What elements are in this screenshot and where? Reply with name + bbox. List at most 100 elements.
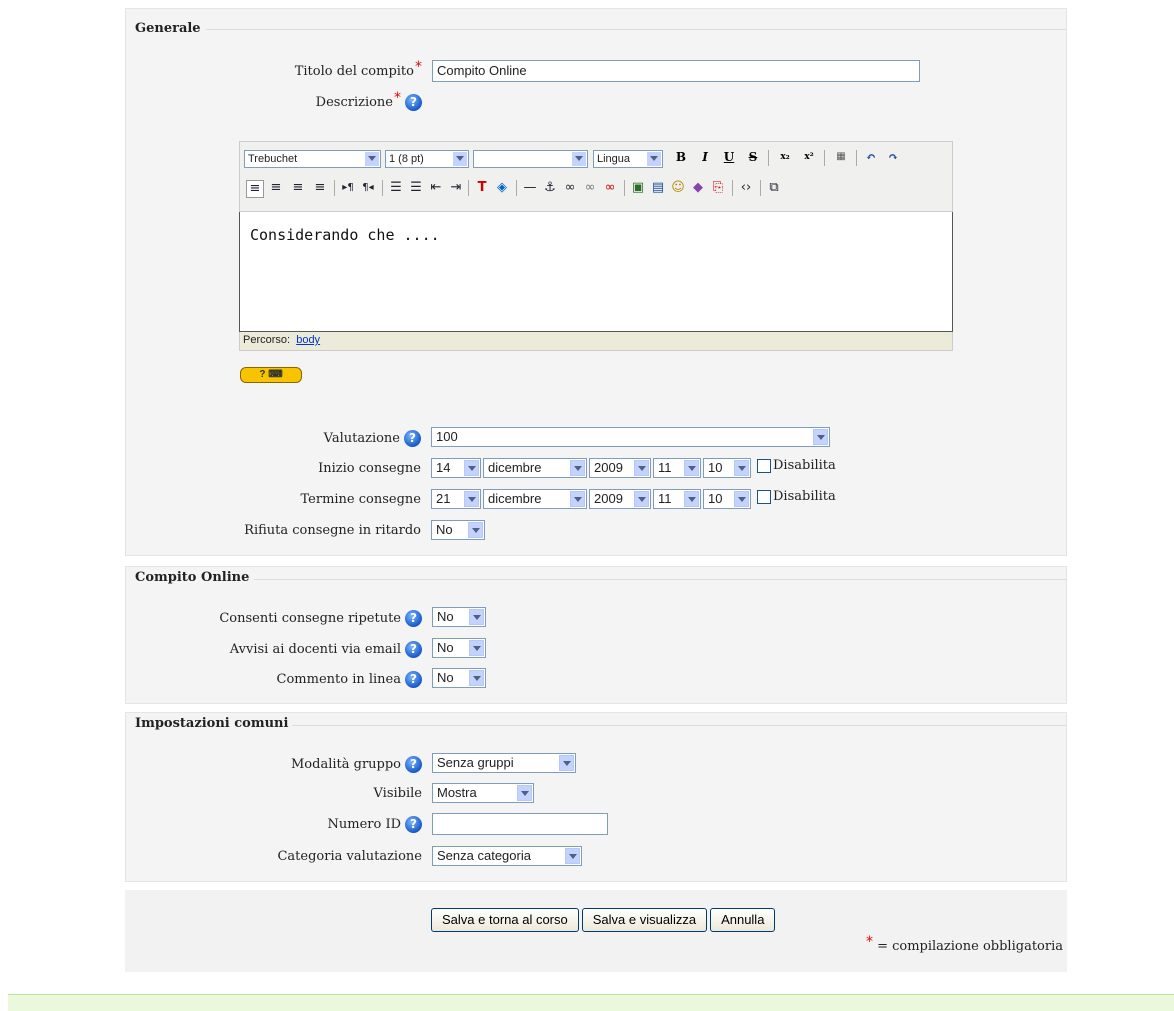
label-inizio: Inizio consegne	[318, 461, 421, 476]
smiley-icon[interactable]: ☺	[670, 180, 686, 196]
indent-icon[interactable]: ⇥	[448, 180, 464, 196]
categoria-select[interactable]: Senza categoria	[432, 846, 582, 866]
legend-generale: Generale	[135, 21, 201, 36]
rifiuta-select[interactable]: No	[431, 520, 485, 540]
salva-visualizza-button[interactable]: Salva e visualizza	[581, 908, 708, 932]
table-icon[interactable]: ▤	[650, 180, 666, 196]
row-inizio: Inizio consegne 14 dicembre 2009 11 10 Disabi…	[125, 458, 1067, 482]
label-disabilita: Disabilita	[773, 489, 836, 504]
path-body-link[interactable]: body	[296, 334, 320, 346]
clean-word-icon[interactable]: ▦	[832, 148, 850, 166]
align-left-icon[interactable]: ≡	[246, 180, 264, 198]
ordered-list-icon[interactable]: ☰	[388, 180, 404, 196]
ltr-icon[interactable]: ▸¶	[340, 180, 356, 196]
editor-help-keyboard-icon[interactable]: ? ⌨	[240, 367, 302, 383]
search-replace-icon[interactable]: ⎘	[710, 180, 726, 196]
anchor-icon[interactable]: ⚓	[542, 180, 558, 196]
termine-disable-checkbox[interactable]	[757, 489, 771, 504]
inizio-min-select[interactable]: 10	[703, 458, 751, 478]
label-titolo: Titolo del compito*	[294, 59, 422, 79]
inizio-hour-select[interactable]: 11	[653, 458, 701, 478]
help-icon[interactable]: ?	[405, 610, 422, 627]
salva-torna-button[interactable]: Salva e torna al corso	[431, 908, 579, 932]
row-gruppo: Modalità gruppo? Senza gruppi	[126, 753, 1068, 777]
align-justify-icon[interactable]: ≡	[312, 180, 328, 196]
row-termine: Termine consegne 21 dicembre 2009 11 10 Disab…	[125, 489, 1067, 513]
bold-icon[interactable]: B	[672, 148, 690, 166]
avvisi-select[interactable]: No	[432, 638, 486, 658]
gruppo-select[interactable]: Senza gruppi	[432, 753, 576, 773]
label-commento: Commento in linea?	[277, 671, 422, 688]
bg-color-icon[interactable]: ◈	[494, 180, 510, 196]
html-editor: Trebuchet 1 (8 pt) Lingua B I U S x₂ x² …	[239, 141, 953, 351]
visibile-select[interactable]: Mostra	[432, 783, 534, 803]
help-icon[interactable]: ?	[405, 671, 422, 688]
align-right-icon[interactable]: ≡	[290, 180, 306, 196]
ripetute-select[interactable]: No	[432, 607, 486, 627]
label-descrizione: Descrizione*?	[316, 90, 422, 111]
help-icon[interactable]: ?	[405, 756, 422, 773]
undo-icon[interactable]: ↶	[862, 148, 880, 166]
hr-icon[interactable]: —	[522, 180, 538, 196]
outdent-icon[interactable]: ⇤	[428, 180, 444, 196]
lang-select[interactable]: Lingua	[593, 150, 663, 168]
valutazione-select[interactable]: 100	[431, 427, 830, 447]
italic-icon[interactable]: I	[696, 148, 714, 166]
termine-month-select[interactable]: dicembre	[483, 489, 587, 509]
rtl-icon[interactable]: ¶◂	[360, 180, 376, 196]
row-descrizione: Descrizione*?	[126, 90, 1068, 115]
termine-day-select[interactable]: 21	[431, 489, 481, 509]
link-icon[interactable]: ∞	[562, 180, 578, 196]
help-icon[interactable]: ?	[405, 641, 422, 658]
help-icon[interactable]: ?	[404, 430, 421, 447]
unordered-list-icon[interactable]: ☰	[408, 180, 424, 196]
row-ripetute: Consenti consegne ripetute? No	[126, 607, 1068, 631]
special-char-icon[interactable]: ◆	[690, 180, 706, 196]
subscript-icon[interactable]: x₂	[776, 148, 794, 166]
row-commento: Commento in linea? No	[126, 668, 1068, 692]
help-icon[interactable]: ?	[405, 94, 422, 111]
legend-line	[254, 579, 1066, 580]
fieldset-impostazioni-comuni: Impostazioni comuni Modalità gruppo? Sen…	[125, 712, 1067, 882]
termine-min-select[interactable]: 10	[703, 489, 751, 509]
row-rifiuta: Rifiuta consegne in ritardo No	[125, 520, 1067, 544]
text-color-icon[interactable]: T	[474, 180, 490, 196]
termine-hour-select[interactable]: 11	[653, 489, 701, 509]
inizio-disable-checkbox[interactable]	[757, 458, 771, 473]
style-select[interactable]	[473, 150, 588, 168]
redo-icon[interactable]: ↷	[884, 148, 902, 166]
row-avvisi: Avvisi ai docenti via email? No	[126, 638, 1068, 662]
label-ripetute: Consenti consegne ripetute?	[219, 610, 422, 627]
align-center-icon[interactable]: ≡	[268, 180, 284, 196]
nolink-icon[interactable]: ∞	[582, 180, 598, 196]
html-source-icon[interactable]: ‹›	[738, 180, 754, 196]
legend-line	[206, 29, 1066, 30]
annulla-button[interactable]: Annulla	[710, 908, 776, 932]
label-gruppo: Modalità gruppo?	[291, 756, 422, 773]
underline-icon[interactable]: U	[720, 148, 738, 166]
required-note: * = compilazione obbligatoria	[865, 934, 1063, 954]
label-visibile: Visibile	[373, 786, 422, 801]
fullscreen-icon[interactable]: ⧉	[766, 180, 782, 196]
legend-impostazioni-comuni: Impostazioni comuni	[135, 716, 289, 731]
font-select[interactable]: Trebuchet	[244, 150, 381, 168]
help-icon[interactable]: ?	[405, 816, 422, 833]
titolo-input[interactable]: Compito Online	[432, 60, 920, 82]
unlink-icon[interactable]: ∞	[602, 180, 618, 196]
numero-id-input[interactable]	[432, 813, 608, 835]
commento-select[interactable]: No	[432, 668, 486, 688]
strikethrough-icon[interactable]: S	[744, 148, 762, 166]
size-select[interactable]: 1 (8 pt)	[385, 150, 469, 168]
inizio-year-select[interactable]: 2009	[589, 458, 651, 478]
inizio-day-select[interactable]: 14	[431, 458, 481, 478]
termine-year-select[interactable]: 2009	[589, 489, 651, 509]
legend-compito-online: Compito Online	[135, 570, 250, 585]
inizio-month-select[interactable]: dicembre	[483, 458, 587, 478]
superscript-icon[interactable]: x²	[800, 148, 818, 166]
required-icon: *	[394, 90, 401, 106]
row-categoria: Categoria valutazione Senza categoria	[126, 846, 1068, 870]
fieldset-compito-online: Compito Online Consenti consegne ripetut…	[125, 566, 1067, 704]
image-icon[interactable]: ▣	[630, 180, 646, 196]
editor-content[interactable]: Considerando che ....	[239, 212, 953, 332]
label-termine: Termine consegne	[300, 492, 422, 507]
